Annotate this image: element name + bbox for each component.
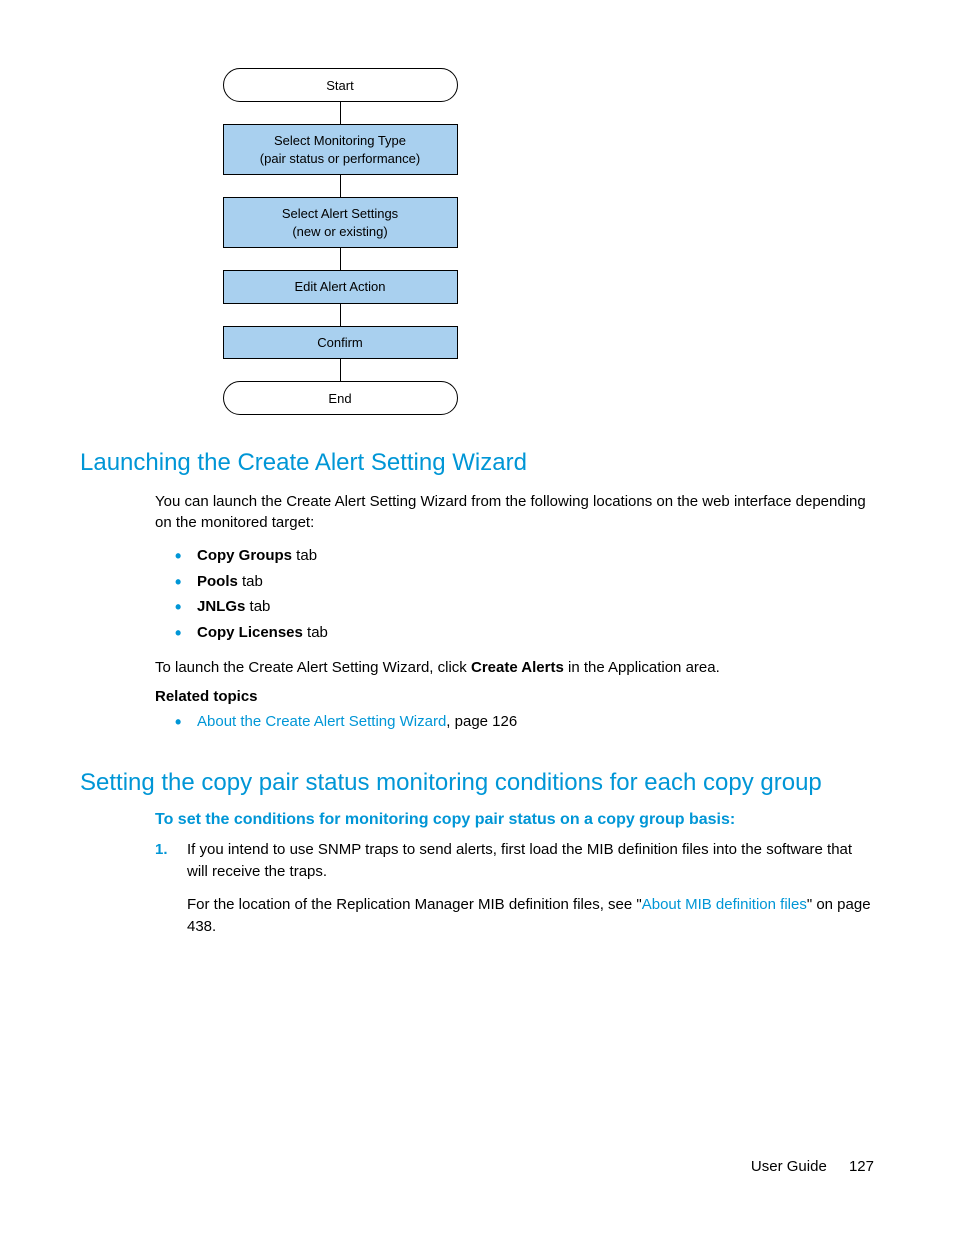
footer-label: User Guide	[751, 1158, 827, 1175]
list-item-text: tab	[292, 547, 317, 564]
flow-step-confirm: Confirm	[223, 326, 458, 360]
step-paragraph: For the location of the Replication Mana…	[187, 894, 874, 938]
heading-launching-wizard: Launching the Create Alert Setting Wizar…	[80, 449, 874, 477]
flow-step-monitoring-type: Select Monitoring Type (pair status or p…	[223, 124, 458, 175]
list-item: Pools tab	[175, 569, 874, 595]
link-about-wizard[interactable]: About the Create Alert Setting Wizard	[197, 713, 446, 730]
flow-start: Start	[223, 68, 458, 102]
flow-step-alert-settings: Select Alert Settings (new or existing)	[223, 197, 458, 248]
step-paragraph: If you intend to use SNMP traps to send …	[187, 839, 874, 883]
step-number: 1.	[155, 839, 168, 861]
list-item-bold: JNLGs	[197, 598, 245, 615]
flow-text: (pair status or performance)	[260, 150, 420, 168]
list-item-bold: Copy Groups	[197, 547, 292, 564]
intro-paragraph: You can launch the Create Alert Setting …	[155, 491, 874, 533]
flow-text: (new or existing)	[292, 223, 387, 241]
procedure-step: 1. If you intend to use SNMP traps to se…	[155, 839, 874, 938]
text: in the Application area.	[564, 659, 720, 676]
flow-text: Select Alert Settings	[282, 205, 398, 223]
list-item-text: tab	[245, 598, 270, 615]
list-item: Copy Licenses tab	[175, 620, 874, 646]
procedure-subhead: To set the conditions for monitoring cop…	[155, 811, 874, 829]
text: For the location of the Replication Mana…	[187, 896, 642, 913]
page-number: 127	[849, 1158, 874, 1175]
text: To launch the Create Alert Setting Wizar…	[155, 659, 471, 676]
flow-step-edit-action: Edit Alert Action	[223, 270, 458, 304]
list-item: Copy Groups tab	[175, 543, 874, 569]
list-item-text: tab	[238, 573, 263, 590]
flowchart-diagram: Start Select Monitoring Type (pair statu…	[210, 68, 470, 415]
list-item-text: tab	[303, 624, 328, 641]
flow-text: Select Monitoring Type	[274, 132, 406, 150]
procedure-list: 1. If you intend to use SNMP traps to se…	[155, 839, 874, 938]
heading-setting-conditions: Setting the copy pair status monitoring …	[80, 769, 874, 797]
launch-instruction: To launch the Create Alert Setting Wizar…	[155, 657, 874, 678]
list-item: JNLGs tab	[175, 594, 874, 620]
related-topics-heading: Related topics	[155, 688, 874, 705]
page-ref: , page 126	[446, 713, 517, 730]
text-bold: Create Alerts	[471, 659, 564, 676]
list-item-bold: Copy Licenses	[197, 624, 303, 641]
tabs-list: Copy Groups tab Pools tab JNLGs tab Copy…	[175, 543, 874, 645]
page-footer: User Guide 127	[751, 1158, 874, 1175]
flow-end: End	[223, 381, 458, 415]
related-topics-list: About the Create Alert Setting Wizard, p…	[175, 709, 874, 735]
list-item-bold: Pools	[197, 573, 238, 590]
link-mib-definition[interactable]: About MIB definition files	[642, 896, 807, 913]
list-item: About the Create Alert Setting Wizard, p…	[175, 709, 874, 735]
